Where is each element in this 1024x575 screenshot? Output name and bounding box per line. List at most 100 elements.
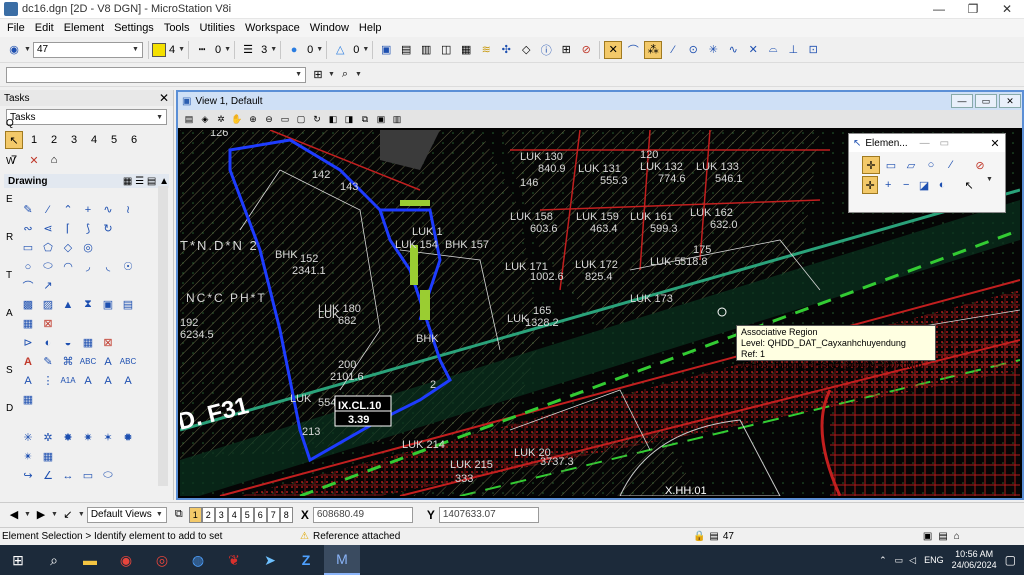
network-icon[interactable]: ▭ <box>895 555 904 566</box>
intersection-snap-icon[interactable]: ∿ <box>724 41 742 59</box>
update-view-icon[interactable]: ✲ <box>214 112 228 126</box>
place-point-icon[interactable]: + <box>79 201 97 219</box>
view-2-button[interactable]: 2 <box>201 506 215 523</box>
back-arrow-icon[interactable]: ◀ <box>5 506 23 524</box>
place-smartline-icon[interactable]: ✎ <box>19 201 37 219</box>
view-5-button[interactable]: 5 <box>240 506 254 523</box>
cell-icon[interactable]: ◒ <box>59 334 77 352</box>
point-curve-icon[interactable]: ↗ <box>39 277 57 295</box>
chevron-down-icon[interactable]: ▼ <box>78 511 85 518</box>
orthogonal-shape-icon[interactable]: ◇ <box>59 239 77 257</box>
saved-views-combo[interactable]: Default Views ▼ <box>86 506 167 523</box>
y-coordinate-field[interactable]: 1407633.07 <box>438 506 539 523</box>
parallel-snap-icon[interactable]: ⊡ <box>804 41 822 59</box>
select-line-icon[interactable]: ⁄ <box>942 156 960 174</box>
cherry-app-icon[interactable]: ❦ <box>216 545 252 575</box>
ellipse-icon[interactable]: ⬭ <box>39 258 57 276</box>
menu-window[interactable]: Window <box>305 22 354 34</box>
windows-start-icon[interactable]: ⊞ <box>0 545 36 575</box>
grid-table-icon[interactable]: ▦ <box>39 448 57 466</box>
rotate-view-icon[interactable]: ↻ <box>310 112 324 126</box>
search-icon[interactable]: ⌕ <box>36 545 72 575</box>
text-dots-icon[interactable]: ⋮ <box>39 372 57 390</box>
match-pattern-icon[interactable]: ▤ <box>119 296 137 314</box>
chevron-down-icon[interactable]: ▼ <box>224 46 231 53</box>
dim-box-icon[interactable]: ▭ <box>79 467 97 485</box>
view-minimize-button[interactable]: — <box>951 94 973 108</box>
file-icon[interactable]: ▤ <box>397 41 415 59</box>
menu-file[interactable]: File <box>2 22 30 34</box>
construct-icon[interactable]: ⋖ <box>39 220 57 238</box>
place-curve-icon[interactable]: ∿ <box>99 201 117 219</box>
table-icon[interactable]: ▦ <box>19 391 37 409</box>
nearest-snap-icon[interactable]: ⌒ <box>624 41 642 59</box>
level-manager-icon[interactable]: ◉ <box>5 41 23 59</box>
priority-icon[interactable]: △ <box>331 41 349 59</box>
menu-edit[interactable]: Edit <box>30 22 59 34</box>
menu-workspace[interactable]: Workspace <box>240 22 305 34</box>
place-line-icon[interactable]: ⁄ <box>39 201 57 219</box>
chevron-up-icon[interactable]: ⌃ <box>879 555 887 566</box>
dimension-icon[interactable]: ⊳ <box>19 334 37 352</box>
subtract-selection-icon[interactable]: − <box>898 176 914 194</box>
dialog-minimize-button[interactable]: — <box>920 138 930 149</box>
language-indicator[interactable]: ENG <box>924 555 944 565</box>
view-groups-icon[interactable]: ⧉ <box>170 506 188 524</box>
chevron-down-icon[interactable]: ▼ <box>362 46 369 53</box>
modify-arc-icon[interactable]: ⌒ <box>19 277 37 295</box>
x-coordinate-field[interactable]: 608680.49 <box>312 506 413 523</box>
edit-text-icon[interactable]: ✎ <box>39 353 57 371</box>
trim-icon[interactable]: ⌈ <box>59 220 77 238</box>
pattern-icon[interactable]: ▲ <box>59 296 77 314</box>
offset-icon[interactable]: ⟆ <box>79 220 97 238</box>
dim-size-icon[interactable]: ↔ <box>59 467 77 485</box>
clock[interactable]: 10:56 AM 24/06/2024 <box>952 549 997 571</box>
place-circle-icon[interactable]: ◎ <box>79 239 97 257</box>
perpendicular-snap-icon[interactable]: ⊥ <box>784 41 802 59</box>
clip-volume-icon[interactable]: ▣ <box>374 112 388 126</box>
home-icon[interactable]: ⌂ <box>954 531 960 542</box>
zoom-in-icon[interactable]: ⊕ <box>246 112 260 126</box>
notifications-icon[interactable]: ▢ <box>1005 553 1016 567</box>
half-ellipse-icon[interactable]: ◞ <box>79 258 97 276</box>
close-icon[interactable]: ✕ <box>159 91 169 105</box>
display-style-icon[interactable]: ◈ <box>198 112 212 126</box>
maximize-button[interactable]: ❐ <box>956 0 990 19</box>
zalo-icon[interactable]: ◍ <box>180 545 216 575</box>
keypoint-snap-icon[interactable]: ✕ <box>604 40 623 59</box>
cells-5-icon[interactable]: ✶ <box>99 429 117 447</box>
select-none-icon[interactable]: ⊘ <box>971 156 989 174</box>
fill-icon[interactable]: ▩ <box>19 296 37 314</box>
view-next-icon[interactable]: ◨ <box>342 112 356 126</box>
add-selection-icon[interactable]: + <box>880 176 896 194</box>
menu-settings[interactable]: Settings <box>109 22 159 34</box>
tag-icon[interactable]: ◐ <box>39 334 57 352</box>
bisector-snap-icon[interactable]: ✳ <box>704 41 722 59</box>
select-shape-icon[interactable]: ▱ <box>902 156 920 174</box>
minimize-button[interactable]: — <box>922 0 956 19</box>
view-6-button[interactable]: 6 <box>253 506 267 523</box>
cell-library-icon[interactable]: ▦ <box>79 334 97 352</box>
delete-pattern-icon[interactable]: ▣ <box>99 296 117 314</box>
cells-2-icon[interactable]: ✲ <box>39 429 57 447</box>
lock-icon[interactable]: 🔒 <box>693 531 705 542</box>
level-combo[interactable]: 47 ▼ <box>32 41 143 58</box>
fit-view-icon[interactable]: ▢ <box>294 112 308 126</box>
selection-options-icon[interactable]: ↖ <box>961 176 977 194</box>
delete-cell-icon[interactable]: ⊠ <box>99 334 117 352</box>
rotate-icon[interactable]: ↻ <box>99 220 117 238</box>
transparency-icon[interactable]: ● <box>285 41 303 59</box>
fence-icon[interactable]: ⊞ <box>309 66 327 84</box>
menu-tools[interactable]: Tools <box>159 22 195 34</box>
send-app-icon[interactable]: ➤ <box>252 545 288 575</box>
new-selection-icon[interactable]: ✛ <box>862 176 879 194</box>
cells-4-icon[interactable]: ✷ <box>79 429 97 447</box>
place-block-icon[interactable]: ▭ <box>19 239 37 257</box>
copy-view-icon[interactable]: ⧉ <box>358 112 372 126</box>
spell-check-icon[interactable]: A <box>99 353 117 371</box>
pointer-icon[interactable]: ↙ <box>59 506 77 524</box>
text-aa-icon[interactable]: A1A <box>59 372 77 390</box>
select-circle-icon[interactable]: ○ <box>922 156 940 174</box>
chrome-icon[interactable]: ◉ <box>108 545 144 575</box>
invert-selection-icon[interactable]: ◪ <box>916 176 932 194</box>
